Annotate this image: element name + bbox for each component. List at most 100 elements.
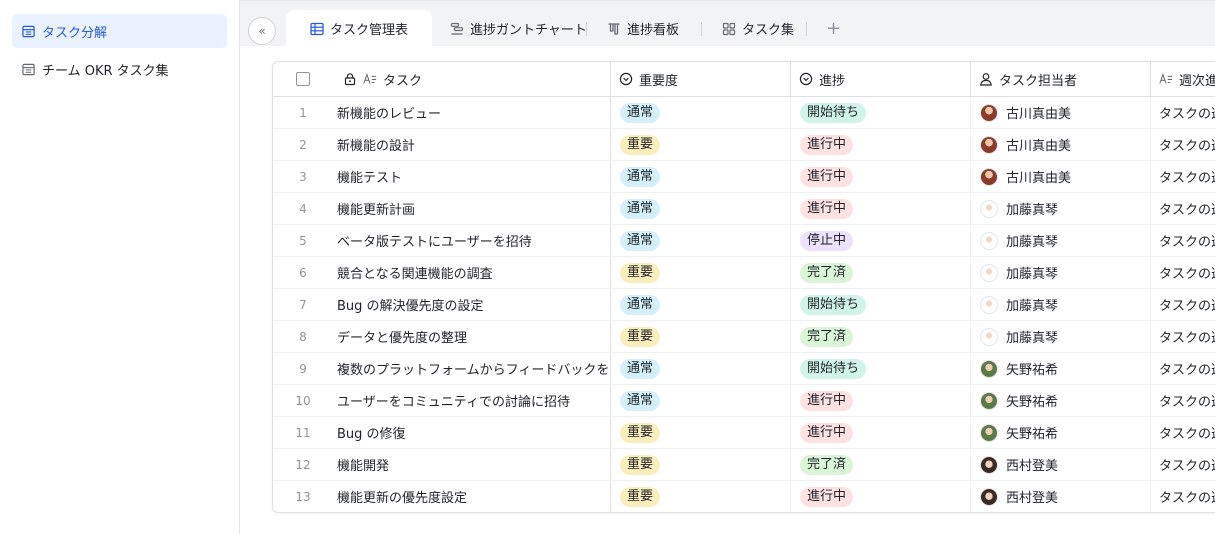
importance-cell[interactable]: 通常 <box>610 353 790 384</box>
avatar <box>980 295 998 314</box>
weekly-progress-cell[interactable]: タスクの進 <box>1150 257 1215 288</box>
table-row[interactable]: 2 新機能の設計 重要 進行中 古川真由美 タスクの進 <box>273 129 1215 161</box>
progress-cell[interactable]: 進行中 <box>790 481 970 512</box>
task-cell[interactable]: 新機能の設計 <box>337 129 609 160</box>
gallery-icon <box>722 22 736 35</box>
weekly-progress-cell[interactable]: タスクの進 <box>1150 225 1215 256</box>
importance-cell[interactable]: 通常 <box>610 225 790 256</box>
column-header-task[interactable]: タスク <box>337 62 609 96</box>
weekly-progress-cell[interactable]: タスクの進 <box>1150 385 1215 416</box>
owner-cell[interactable]: 矢野祐希 <box>970 417 1150 448</box>
weekly-progress-cell[interactable]: タスクの進 <box>1150 289 1215 320</box>
progress-cell[interactable]: 進行中 <box>790 129 970 160</box>
task-cell[interactable]: 新機能のレビュー <box>337 97 609 128</box>
table-row[interactable]: 10 ユーザーをコミュニティでの討論に招待 通常 進行中 矢野祐希 タスクの進 <box>273 385 1215 417</box>
progress-cell[interactable]: 進行中 <box>790 417 970 448</box>
table-row[interactable]: 12 機能開発 重要 完了済 西村登美 タスクの進 <box>273 449 1215 481</box>
table-row[interactable]: 6 競合となる関連機能の調査 重要 完了済 加藤真琴 タスクの進 <box>273 257 1215 289</box>
row-index: 11 <box>273 417 333 448</box>
owner-cell[interactable]: 古川真由美 <box>970 97 1150 128</box>
progress-cell[interactable]: 開始待ち <box>790 353 970 384</box>
weekly-progress-cell[interactable]: タスクの進 <box>1150 129 1215 160</box>
task-cell[interactable]: 機能更新計画 <box>337 193 609 224</box>
tab-label: タスク集 <box>742 23 795 38</box>
importance-cell[interactable]: 通常 <box>610 161 790 192</box>
owner-cell[interactable]: 加藤真琴 <box>970 257 1150 288</box>
sidebar-item-task-breakdown[interactable]: タスク分解 <box>12 14 227 48</box>
progress-cell[interactable]: 完了済 <box>790 321 970 352</box>
weekly-progress-cell[interactable]: タスクの進 <box>1150 417 1215 448</box>
weekly-progress-cell[interactable]: タスクの進 <box>1150 353 1215 384</box>
owner-cell[interactable]: 西村登美 <box>970 449 1150 480</box>
progress-cell[interactable]: 開始待ち <box>790 289 970 320</box>
task-cell[interactable]: 機能開発 <box>337 449 609 480</box>
owner-cell[interactable]: 加藤真琴 <box>970 225 1150 256</box>
tab-gantt[interactable]: 進捗ガントチャート <box>450 10 587 47</box>
weekly-progress-text: タスクの進 <box>1159 267 1215 282</box>
weekly-progress-cell[interactable]: タスクの進 <box>1150 321 1215 352</box>
weekly-progress-cell[interactable]: タスクの進 <box>1150 449 1215 480</box>
column-header-owner[interactable]: タスク担当者 <box>970 62 1150 96</box>
task-cell[interactable]: Bug の修復 <box>337 417 609 448</box>
progress-cell[interactable]: 進行中 <box>790 161 970 192</box>
progress-cell[interactable]: 進行中 <box>790 385 970 416</box>
task-cell[interactable]: 機能更新の優先度設定 <box>337 481 609 512</box>
task-cell[interactable]: ユーザーをコミュニティでの討論に招待 <box>337 385 609 416</box>
column-header-progress[interactable]: 進捗 <box>790 62 970 96</box>
task-cell[interactable]: データと優先度の整理 <box>337 321 609 352</box>
importance-cell[interactable]: 通常 <box>610 289 790 320</box>
owner-cell[interactable]: 西村登美 <box>970 481 1150 512</box>
progress-cell[interactable]: 開始待ち <box>790 97 970 128</box>
task-cell[interactable]: 競合となる関連機能の調査 <box>337 257 609 288</box>
importance-cell[interactable]: 重要 <box>610 481 790 512</box>
table-row[interactable]: 5 ベータ版テストにユーザーを招待 通常 停止中 加藤真琴 タスクの進 <box>273 225 1215 257</box>
progress-cell[interactable]: 完了済 <box>790 449 970 480</box>
owner-cell[interactable]: 矢野祐希 <box>970 385 1150 416</box>
table-row[interactable]: 13 機能更新の優先度設定 重要 進行中 西村登美 タスクの進 <box>273 481 1215 512</box>
task-cell[interactable]: Bug の解決優先度の設定 <box>337 289 609 320</box>
sidebar-item-team-okr[interactable]: チーム OKR タスク集 <box>12 52 227 86</box>
table-row[interactable]: 11 Bug の修復 重要 進行中 矢野祐希 タスクの進 <box>273 417 1215 449</box>
importance-cell[interactable]: 重要 <box>610 321 790 352</box>
column-header-weekly[interactable]: 週次進 <box>1150 62 1215 96</box>
owner-cell[interactable]: 加藤真琴 <box>970 193 1150 224</box>
owner-cell[interactable]: 加藤真琴 <box>970 321 1150 352</box>
importance-cell[interactable]: 通常 <box>610 385 790 416</box>
importance-cell[interactable]: 通常 <box>610 193 790 224</box>
table-row[interactable]: 9 複数のプラットフォームからフィードバックを収集通常 開始待ち 矢野祐希 タスクの進 <box>273 353 1215 385</box>
table-row[interactable]: 1 新機能のレビュー 通常 開始待ち 古川真由美 タスクの進 <box>273 97 1215 129</box>
owner-cell[interactable]: 加藤真琴 <box>970 289 1150 320</box>
tab-gallery[interactable]: タスク集 <box>722 10 794 47</box>
select-all-checkbox[interactable] <box>296 72 310 86</box>
owner-cell[interactable]: 古川真由美 <box>970 161 1150 192</box>
owner-cell[interactable]: 矢野祐希 <box>970 353 1150 384</box>
importance-cell[interactable]: 重要 <box>610 257 790 288</box>
task-name: 複数のプラットフォームからフィードバックを収集 <box>337 363 609 378</box>
task-cell[interactable]: 複数のプラットフォームからフィードバックを収集 <box>337 353 609 384</box>
tab-kanban[interactable]: 進捗看板 <box>607 10 679 47</box>
table-row[interactable]: 4 機能更新計画 通常 進行中 加藤真琴 タスクの進 <box>273 193 1215 225</box>
importance-cell[interactable]: 重要 <box>610 417 790 448</box>
weekly-progress-cell[interactable]: タスクの進 <box>1150 97 1215 128</box>
importance-cell[interactable]: 通常 <box>610 97 790 128</box>
weekly-progress-cell[interactable]: タスクの進 <box>1150 193 1215 224</box>
column-header-importance[interactable]: 重要度 <box>610 62 790 96</box>
tab-task-table[interactable]: タスク管理表 <box>286 10 433 47</box>
table-row[interactable]: 8 データと優先度の整理 重要 完了済 加藤真琴 タスクの進 <box>273 321 1215 353</box>
importance-cell[interactable]: 重要 <box>610 449 790 480</box>
task-cell[interactable]: 機能テスト <box>337 161 609 192</box>
weekly-progress-cell[interactable]: タスクの進 <box>1150 481 1215 512</box>
owner-cell[interactable]: 古川真由美 <box>970 129 1150 160</box>
importance-cell[interactable]: 重要 <box>610 129 790 160</box>
table-row[interactable]: 7 Bug の解決優先度の設定 通常 開始待ち 加藤真琴 タスクの進 <box>273 289 1215 321</box>
row-number: 9 <box>299 361 307 376</box>
progress-cell[interactable]: 停止中 <box>790 225 970 256</box>
owner-name: 西村登美 <box>1006 459 1059 474</box>
add-view-button[interactable]: + <box>826 18 841 40</box>
progress-cell[interactable]: 進行中 <box>790 193 970 224</box>
weekly-progress-cell[interactable]: タスクの進 <box>1150 161 1215 192</box>
task-cell[interactable]: ベータ版テストにユーザーを招待 <box>337 225 609 256</box>
collapse-sidebar-button[interactable]: « <box>248 17 276 45</box>
table-row[interactable]: 3 機能テスト 通常 進行中 古川真由美 タスクの進 <box>273 161 1215 193</box>
progress-cell[interactable]: 完了済 <box>790 257 970 288</box>
